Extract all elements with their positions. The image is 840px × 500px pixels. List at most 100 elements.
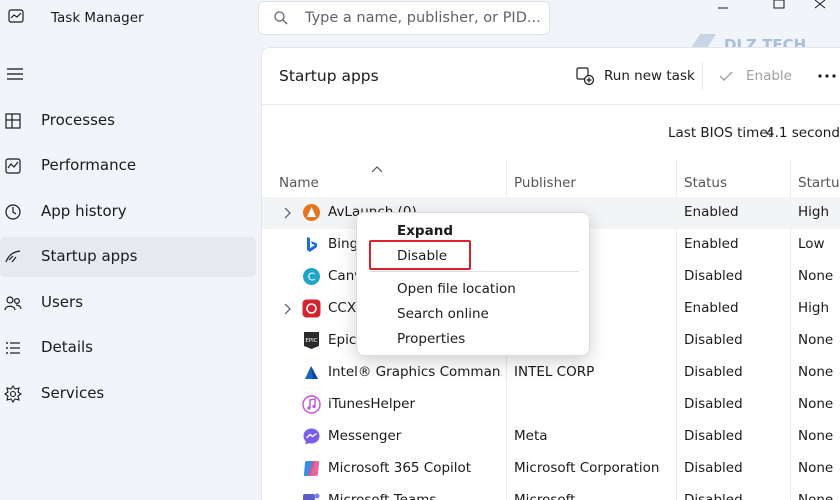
column-header-name[interactable]: Name xyxy=(279,175,319,191)
disable-highlight-box xyxy=(369,240,471,270)
creative-cloud-icon xyxy=(302,299,321,318)
app-status: Disabled xyxy=(684,492,743,500)
app-history-icon xyxy=(5,204,21,220)
search-input[interactable] xyxy=(305,6,543,30)
epic-games-icon: EPIC xyxy=(304,332,319,349)
app-status: Enabled xyxy=(684,300,739,316)
app-title: Task Manager xyxy=(51,10,144,26)
messenger-icon xyxy=(303,428,320,445)
app-status: Disabled xyxy=(684,460,743,476)
app-publisher: Microsoft xyxy=(514,492,576,500)
close-button[interactable] xyxy=(800,0,840,16)
context-menu-search-online[interactable]: Search online xyxy=(397,306,489,322)
maximize-button[interactable] xyxy=(756,0,802,16)
app-name: Intel® Graphics Comman... xyxy=(328,364,502,380)
app-status: Enabled xyxy=(684,236,739,252)
context-menu-divider xyxy=(369,271,579,272)
sidebar-item-processes[interactable]: Processes xyxy=(0,101,256,141)
app-status: Disabled xyxy=(684,364,743,380)
app-publisher: Meta xyxy=(514,428,548,444)
toolbar-divider xyxy=(702,62,703,90)
sidebar-item-performance[interactable]: Performance xyxy=(0,146,256,186)
chevron-right-icon[interactable] xyxy=(283,207,291,219)
avlaunch-icon xyxy=(303,204,320,221)
app-startup-impact: None xyxy=(798,268,834,284)
enable-label: Enable xyxy=(746,68,792,84)
sidebar-item-startup-apps[interactable]: Startup apps xyxy=(0,237,256,277)
sidebar-item-label: Performance xyxy=(41,156,137,174)
services-icon xyxy=(4,385,22,403)
performance-icon xyxy=(5,158,21,174)
column-header-startup-impact[interactable]: Startup xyxy=(798,175,840,191)
users-icon xyxy=(4,296,22,311)
minimize-button[interactable] xyxy=(700,0,746,16)
svg-text:C: C xyxy=(308,271,316,284)
sidebar-item-label: App history xyxy=(41,202,127,220)
sidebar-item-label: Services xyxy=(41,384,105,402)
processes-icon xyxy=(5,113,21,129)
app-startup-impact: None xyxy=(798,492,834,500)
app-status: Disabled xyxy=(684,332,743,348)
app-publisher: INTEL CORP xyxy=(514,364,595,380)
app-startup-impact: High xyxy=(798,204,830,220)
app-startup-impact: None xyxy=(798,364,834,380)
context-menu-open-file-location[interactable]: Open file location xyxy=(397,281,516,297)
bios-time-value: 4.1 seconds xyxy=(766,125,840,141)
table-row[interactable]: Microsoft 365 Copilot Microsoft Corporat… xyxy=(262,453,840,485)
app-status: Disabled xyxy=(684,268,743,284)
more-options-icon[interactable] xyxy=(816,66,838,86)
sidebar-item-users[interactable]: Users xyxy=(0,283,256,323)
sidebar-item-label: Details xyxy=(41,338,94,356)
details-icon xyxy=(6,342,20,354)
app-status: Disabled xyxy=(684,396,743,412)
app-startup-impact: None xyxy=(798,428,834,444)
bing-icon xyxy=(307,237,317,252)
table-row[interactable]: Intel® Graphics Comman... INTEL CORP Dis… xyxy=(262,357,840,389)
context-menu-expand[interactable]: Expand xyxy=(397,223,453,239)
startup-apps-icon xyxy=(5,250,21,263)
sidebar-item-services[interactable]: Services xyxy=(0,374,256,414)
table-row[interactable]: Microsoft Teams Microsoft Disabled None xyxy=(262,485,840,500)
bios-time-label: Last BIOS time: xyxy=(668,125,773,141)
app-publisher: Microsoft Corporation xyxy=(514,460,660,476)
search-box[interactable] xyxy=(258,1,550,35)
app-startup-impact: Low xyxy=(798,236,825,252)
task-manager-icon xyxy=(8,9,24,23)
sidebar-item-label: Startup apps xyxy=(41,247,138,265)
column-header-status[interactable]: Status xyxy=(684,175,727,191)
copilot-icon xyxy=(303,461,320,476)
sidebar-item-label: Users xyxy=(41,293,84,311)
checkmark-icon xyxy=(719,71,733,81)
app-name: Messenger xyxy=(328,428,402,444)
sidebar-item-label: Processes xyxy=(41,111,115,129)
run-task-icon xyxy=(576,67,594,85)
app-startup-impact: None xyxy=(798,460,834,476)
context-menu-properties[interactable]: Properties xyxy=(397,331,465,347)
teams-icon xyxy=(303,493,320,500)
itunes-icon xyxy=(302,395,321,414)
app-name: Microsoft 365 Copilot xyxy=(328,460,472,476)
sidebar-item-app-history[interactable]: App history xyxy=(0,192,256,232)
column-header-publisher[interactable]: Publisher xyxy=(514,175,576,191)
canva-icon: C xyxy=(303,268,320,285)
app-name: Microsoft Teams xyxy=(328,492,437,500)
header-divider xyxy=(262,104,840,105)
table-row[interactable]: Messenger Meta Disabled None xyxy=(262,421,840,453)
app-status: Disabled xyxy=(684,428,743,444)
hamburger-menu-icon[interactable] xyxy=(6,66,24,82)
app-startup-impact: None xyxy=(798,396,834,412)
app-startup-impact: High xyxy=(798,300,830,316)
sidebar-item-details[interactable]: Details xyxy=(0,328,256,368)
app-name: iTunesHelper xyxy=(328,396,416,412)
app-status: Enabled xyxy=(684,204,739,220)
context-menu: Expand Disable Open file location Search… xyxy=(356,212,590,356)
chevron-right-icon[interactable] xyxy=(283,303,291,315)
table-row[interactable]: iTunesHelper Disabled None xyxy=(262,389,840,421)
page-title: Startup apps xyxy=(279,67,379,85)
intel-graphics-icon xyxy=(305,366,318,379)
search-icon xyxy=(274,11,288,25)
sort-ascending-icon[interactable] xyxy=(371,165,383,173)
svg-text:EPIC: EPIC xyxy=(305,338,317,344)
run-new-task-label: Run new task xyxy=(604,68,695,84)
app-startup-impact: None xyxy=(798,332,834,348)
